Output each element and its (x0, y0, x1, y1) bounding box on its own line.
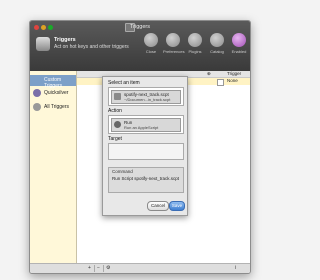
sidebar-item-quicksilver[interactable]: Quicksilver (30, 88, 76, 99)
triggers-window: Triggers Triggers Act on hot keys and ot… (29, 20, 251, 274)
title-bar: Triggers Triggers Act on hot keys and ot… (30, 21, 250, 71)
edit-trigger-sheet: Select an item spotify-next_track.scpt ~… (102, 76, 188, 216)
close-button[interactable]: Close (141, 33, 161, 61)
info-button[interactable]: i (235, 265, 236, 271)
toolbar-label: Preferences (163, 49, 185, 54)
sidebar-item-all-triggers[interactable]: All Triggers (30, 102, 76, 113)
action-field[interactable]: Run Run an AppleScript (108, 115, 184, 134)
trigger-cell: None (227, 78, 238, 83)
toolbar-label: Catalog (210, 49, 224, 54)
command-label: Command (112, 169, 133, 174)
selected-item[interactable]: spotify-next_track.scpt ~/Documen...in_t… (111, 90, 181, 104)
target-field[interactable] (108, 143, 184, 160)
script-file-icon (114, 93, 121, 100)
command-box: Command Run Script spotify-next_track.sc… (108, 167, 184, 193)
preferences-button[interactable]: Preferences (163, 33, 185, 61)
toolbar-label: Close (145, 49, 157, 54)
all-triggers-icon (33, 103, 41, 111)
remove-trigger-button[interactable]: − (97, 265, 100, 271)
target-label: Target (108, 136, 122, 142)
enabled-checkbox[interactable] (217, 79, 224, 86)
action-label: Action (108, 108, 122, 114)
item-field[interactable]: spotify-next_track.scpt ~/Documen...in_t… (108, 87, 184, 106)
item-path: ~/Documen...in_track.scpt (124, 97, 171, 102)
triggers-icon (36, 37, 50, 51)
bottom-bar: + − ⚙ i (30, 263, 250, 273)
window-title: Triggers (130, 24, 150, 30)
panel-subtitle: Act on hot keys and other triggers (54, 44, 129, 50)
enabled-icon (232, 33, 246, 47)
divider (103, 265, 104, 272)
toolbar-label: Enabled (231, 49, 247, 54)
sidebar-item-label: All Triggers (44, 104, 70, 110)
action-item[interactable]: Run Run an AppleScript (111, 118, 181, 132)
catalog-icon (210, 33, 224, 47)
close-icon (144, 33, 158, 47)
select-item-label: Select an item (108, 80, 140, 86)
add-trigger-button[interactable]: + (88, 265, 91, 271)
run-script-icon (114, 121, 121, 128)
command-text: Run Script spotify-next_track.scpt (112, 176, 180, 181)
column-header-sort-icon[interactable]: ⊕ (207, 71, 211, 77)
sidebar-item-custom-triggers[interactable]: Custom Triggers (30, 75, 76, 89)
save-button[interactable]: Save (169, 201, 185, 211)
cancel-button[interactable]: Cancel (147, 201, 169, 211)
column-header-trigger[interactable]: Trigger (227, 71, 241, 76)
plugins-icon (188, 33, 202, 47)
catalog-button[interactable]: Catalog (207, 33, 227, 61)
action-subtitle: Run an AppleScript (124, 125, 159, 130)
panel-title: Triggers (54, 37, 76, 43)
sidebar-item-label: Quicksilver (44, 90, 69, 96)
gear-icon[interactable]: ⚙ (106, 265, 110, 271)
quicksilver-icon (33, 89, 41, 97)
plugins-button[interactable]: Plugins (185, 33, 205, 61)
toolbar-label: Plugins (188, 49, 202, 54)
sidebar: Custom Triggers Quicksilver All Triggers (30, 71, 77, 263)
enabled-button[interactable]: Enabled (229, 33, 249, 61)
divider (94, 265, 95, 272)
preferences-icon (166, 33, 180, 47)
